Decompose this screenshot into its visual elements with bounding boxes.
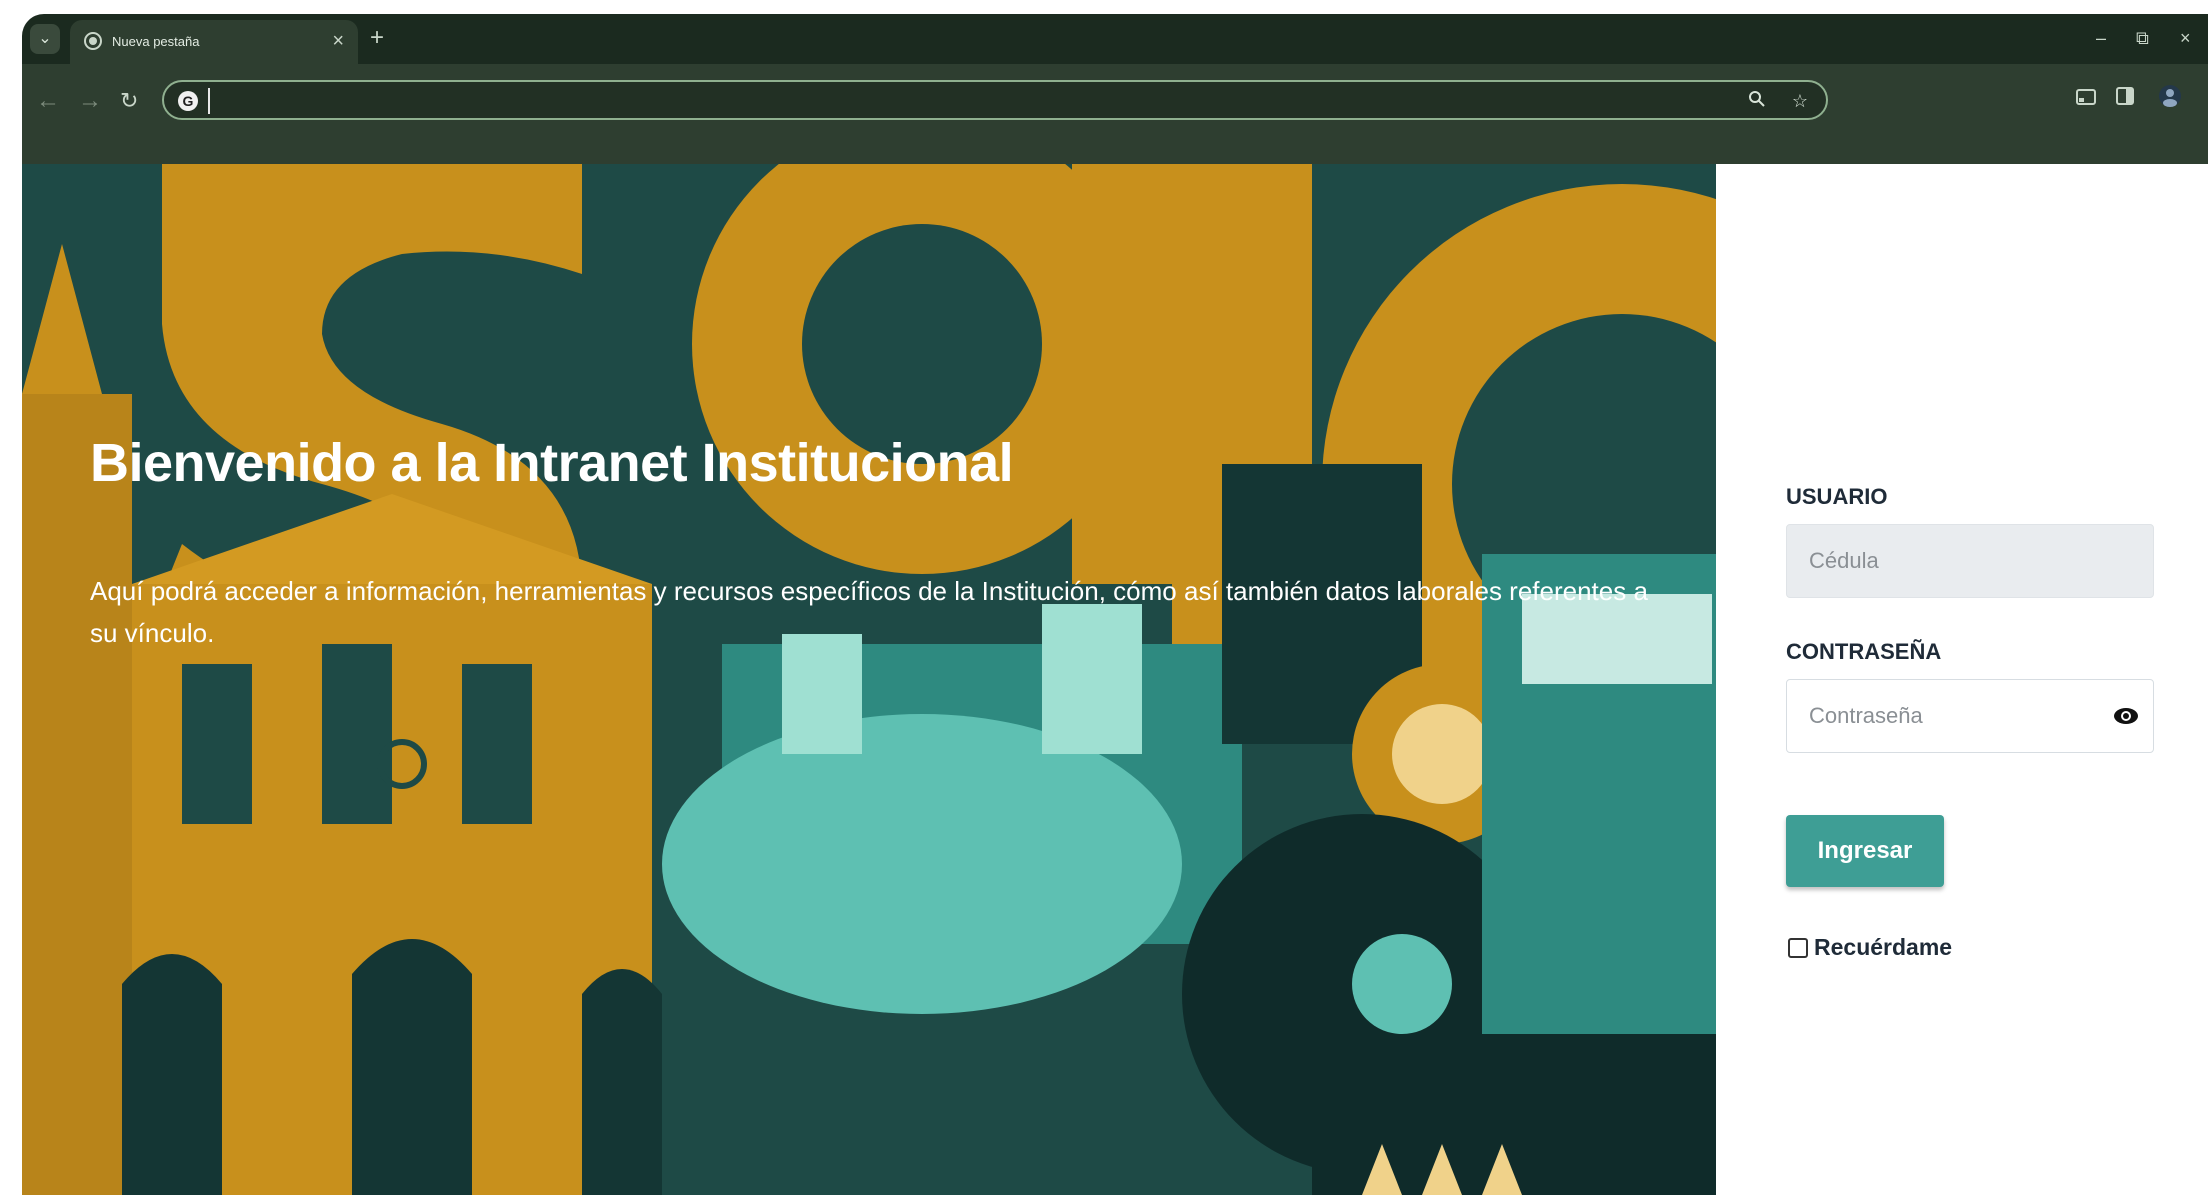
bookmark-star-icon[interactable]: ☆ bbox=[1792, 90, 1808, 112]
google-icon: G bbox=[178, 91, 198, 111]
remember-label: Recuérdame bbox=[1814, 934, 1953, 960]
login-button[interactable]: Ingresar bbox=[1786, 815, 1944, 887]
cast-icon[interactable] bbox=[2076, 84, 2096, 114]
browser-window: ⌄ Nueva pestaña × + – ⧉ × ← → ↻ G ☆ Bien… bbox=[22, 14, 2208, 1195]
browser-toolbar: ← → ↻ G ☆ bbox=[22, 64, 2208, 164]
minimize-button[interactable]: – bbox=[2096, 24, 2106, 52]
tab-new-tab[interactable]: Nueva pestaña × bbox=[70, 20, 358, 64]
password-field[interactable] bbox=[1786, 679, 2154, 753]
zoom-icon[interactable] bbox=[1748, 90, 1766, 113]
close-window-button[interactable]: × bbox=[2180, 24, 2191, 52]
remember-me[interactable]: Recuérdame bbox=[1788, 934, 1952, 961]
favicon-icon bbox=[84, 32, 102, 50]
address-bar[interactable]: G ☆ bbox=[162, 80, 1828, 120]
back-icon[interactable]: ← bbox=[36, 84, 60, 118]
restore-button[interactable]: ⧉ bbox=[2136, 24, 2149, 52]
eye-icon[interactable] bbox=[2113, 706, 2139, 726]
reload-icon[interactable]: ↻ bbox=[120, 84, 138, 118]
hero-title: Bienvenido a la Intranet Institucional bbox=[90, 433, 1014, 493]
tab-title: Nueva pestaña bbox=[112, 34, 200, 49]
profile-icon[interactable] bbox=[2158, 84, 2182, 117]
address-input[interactable] bbox=[208, 88, 1716, 114]
side-panel-icon[interactable] bbox=[2116, 84, 2134, 114]
new-tab-button[interactable]: + bbox=[370, 24, 384, 52]
forward-icon[interactable]: → bbox=[78, 84, 102, 118]
user-label: USUARIO bbox=[1786, 484, 1888, 509]
tab-strip: ⌄ Nueva pestaña × + – ⧉ × bbox=[22, 14, 2208, 64]
hero-background-image bbox=[22, 164, 1716, 1195]
hero-banner: Bienvenido a la Intranet Institucional A… bbox=[22, 164, 1716, 1195]
remember-checkbox[interactable] bbox=[1788, 937, 1808, 958]
password-label: CONTRASEÑA bbox=[1786, 639, 1942, 664]
user-input[interactable] bbox=[1787, 525, 2153, 597]
tab-close-button[interactable]: × bbox=[332, 29, 344, 53]
hero-description: Aquí podrá acceder a información, herram… bbox=[90, 576, 1648, 648]
user-field[interactable] bbox=[1786, 524, 2154, 598]
password-input[interactable] bbox=[1787, 680, 2153, 752]
tab-search-icon[interactable]: ⌄ bbox=[30, 24, 60, 54]
login-panel: USUARIO CONTRASEÑA Ingresar Recuérdame bbox=[1716, 164, 2208, 1195]
